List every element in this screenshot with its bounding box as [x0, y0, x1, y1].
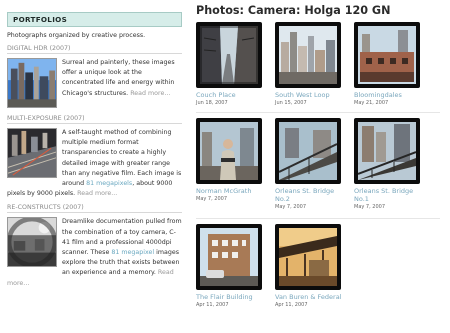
photo-date: May 7, 2007: [275, 204, 307, 210]
photo-date: Jun 15, 2007: [275, 100, 307, 106]
section-digital-hdr: Surreal and painterly, these images offe…: [7, 58, 182, 110]
photo-thumbnail[interactable]: [354, 22, 420, 88]
photo-item-the-flair-building[interactable]: The Flair Building Apr 11, 2007: [196, 224, 266, 308]
photo-caption[interactable]: Orleans St. Bridge No.2: [275, 187, 345, 203]
photo-caption[interactable]: Bloomingdales: [354, 91, 424, 99]
photo-date: Jun 18, 2007: [196, 100, 228, 106]
photo-item-orleans-st-bridge-no2[interactable]: Orleans St. Bridge No.2 May 7, 2007: [275, 118, 345, 210]
photo-date: Apr 11, 2007: [275, 302, 308, 308]
photo-item-van-buren-federal[interactable]: Van Buren & Federal Apr 11, 2007: [275, 224, 345, 308]
megapixels-link[interactable]: 81 megapixels: [86, 180, 132, 187]
photo-caption[interactable]: The Flair Building: [196, 293, 266, 301]
section-title-multi-exposure[interactable]: MULTI-EXPOSURE (2007): [7, 114, 182, 123]
digital-hdr-thumbnail[interactable]: [7, 58, 57, 108]
section-divider: [7, 53, 182, 54]
photo-thumbnail[interactable]: [275, 224, 341, 290]
photo-thumbnail[interactable]: [196, 118, 262, 184]
photo-date: May 7, 2007: [196, 196, 228, 202]
section-title-re-constructs[interactable]: RE-CONSTRUCTS (2007): [7, 203, 182, 212]
photo-thumbnail[interactable]: [354, 118, 420, 184]
photo-thumbnail[interactable]: [275, 22, 341, 88]
megapixel-link[interactable]: 81 megapixel: [111, 249, 154, 256]
section-re-constructs: Dreamlike documentation pulled from the …: [7, 217, 182, 288]
photo-caption[interactable]: Norman McGrath: [196, 187, 266, 195]
photo-caption[interactable]: Couch Place: [196, 91, 266, 99]
section-multi-exposure: A self-taught method of combining multip…: [7, 128, 182, 199]
section-divider: [7, 212, 182, 214]
photo-item-norman-mcgrath[interactable]: Norman McGrath May 7, 2007: [196, 118, 266, 202]
page-title: Photos: Camera: Holga 120 GN: [196, 4, 391, 17]
photo-caption[interactable]: Van Buren & Federal: [275, 293, 345, 301]
photo-item-orleans-st-bridge-no1[interactable]: Orleans St. Bridge No.1 May 7, 2007: [354, 118, 424, 210]
photo-item-couch-place[interactable]: Couch Place Jun 18, 2007: [196, 22, 266, 106]
section-divider: [7, 123, 182, 124]
section-title-digital-hdr[interactable]: DIGITAL HDR (2007): [7, 44, 182, 53]
photo-date: May 7, 2007: [354, 204, 386, 210]
multi-exposure-read-more[interactable]: Read more...: [77, 190, 117, 197]
sidebar-intro: Photographs organized by creative proces…: [7, 32, 146, 39]
photo-date: Apr 11, 2007: [196, 302, 229, 308]
multi-exposure-description: A self-taught method of combining multip…: [62, 129, 182, 188]
photo-thumbnail[interactable]: [275, 118, 341, 184]
photo-caption[interactable]: Orleans St. Bridge No.1: [354, 187, 424, 203]
digital-hdr-read-more[interactable]: Read more...: [130, 90, 170, 97]
photo-thumbnail[interactable]: [196, 22, 262, 88]
photo-caption[interactable]: South West Loop: [275, 91, 345, 99]
re-constructs-thumbnail[interactable]: [7, 217, 57, 268]
photo-item-bloomingdales[interactable]: Bloomingdales May 21, 2007: [354, 22, 424, 106]
photo-thumbnail[interactable]: [196, 224, 262, 290]
portfolios-sidebar: PORTFOLIOS Photographs organized by crea…: [7, 12, 182, 289]
photo-date: May 21, 2007: [354, 100, 389, 106]
sidebar-header: PORTFOLIOS: [7, 12, 182, 27]
multi-exposure-thumbnail[interactable]: [7, 128, 57, 178]
row-divider: [196, 218, 440, 219]
row-divider: [196, 112, 440, 113]
photo-item-south-west-loop[interactable]: South West Loop Jun 15, 2007: [275, 22, 345, 106]
